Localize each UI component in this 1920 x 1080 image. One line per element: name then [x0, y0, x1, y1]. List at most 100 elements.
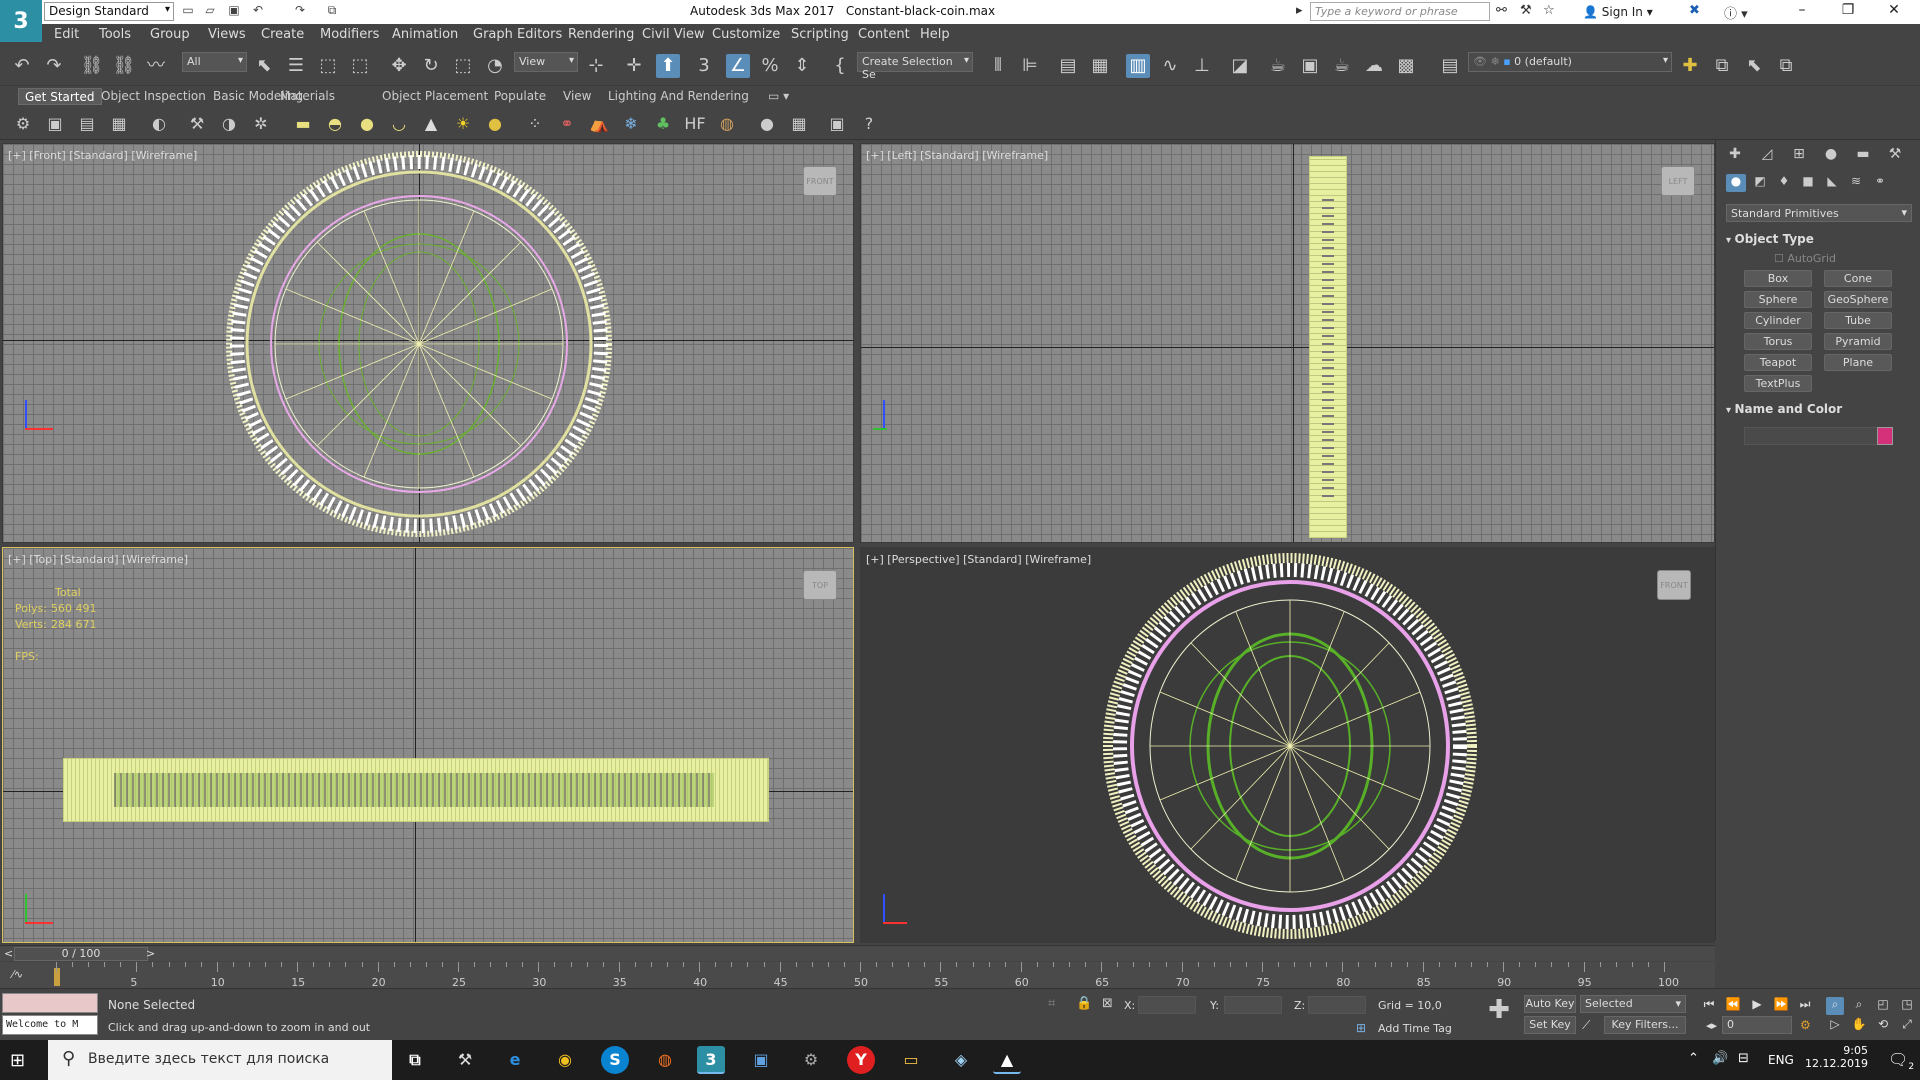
skype-icon[interactable]: S [601, 1046, 629, 1074]
zoom-all-icon[interactable]: ⌕ [1850, 997, 1868, 1015]
motion-tab-icon[interactable]: ● [1820, 146, 1842, 166]
current-frame-marker[interactable] [54, 968, 60, 986]
primitive-category-dropdown[interactable]: Standard Primitives [1726, 204, 1912, 222]
key-filters-button[interactable]: Key Filters... [1604, 1016, 1686, 1034]
bowl-primitive-icon[interactable]: ◡ [388, 113, 410, 135]
pan-view-icon[interactable]: ✋ [1850, 1017, 1868, 1035]
hair-fur-icon[interactable]: HF [684, 113, 706, 135]
object-color-swatch[interactable] [1877, 427, 1893, 445]
box-button[interactable]: Box [1744, 270, 1812, 287]
taskbar-search-input[interactable]: Введите здесь текст для поиска [48, 1040, 392, 1080]
set-key-big-icon[interactable]: ✚ [1484, 995, 1514, 1035]
plane-primitive-icon[interactable]: ▬ [292, 113, 314, 135]
named-selection-sets-dropdown[interactable]: Create Selection Se [857, 52, 973, 81]
zoom-icon[interactable]: ⌕ [1826, 997, 1844, 1015]
tab-materials[interactable]: Materials [274, 88, 341, 105]
go-to-start-icon[interactable]: ⏮ [1700, 997, 1718, 1015]
menu-content[interactable]: Content [858, 27, 910, 42]
file-explorer-icon[interactable]: ▭ [897, 1046, 925, 1074]
viewport-label-front[interactable]: [+] [Front] [Standard] [Wireframe] [8, 149, 197, 162]
firefox-icon[interactable]: ◍ [651, 1046, 679, 1074]
tab-object-inspection[interactable]: Object Inspection [95, 88, 212, 105]
zoom-extents-icon[interactable]: ◰ [1874, 997, 1892, 1015]
viewcube-front[interactable]: FRONT [803, 166, 837, 196]
app-logo-button[interactable]: 3 [0, 0, 42, 42]
cloth-icon[interactable]: ⛺ [588, 113, 610, 135]
new-scene-icon[interactable]: ▭ [180, 3, 196, 19]
task-view-icon[interactable]: ⧉ [401, 1046, 429, 1074]
modify-tab-icon[interactable]: ◿ [1756, 146, 1778, 166]
save-file-icon[interactable]: ▣ [226, 3, 242, 19]
redo-icon[interactable]: ↷ [292, 3, 308, 19]
key-mode-dropdown[interactable]: Selected ▾ [1580, 995, 1686, 1013]
cameras-icon[interactable]: ■ [1798, 174, 1818, 192]
time-tag-icon[interactable]: ⊞ [1356, 1021, 1366, 1035]
clock[interactable]: 9:05 12.12.2019 [1805, 1044, 1868, 1070]
particle-icon[interactable]: ⁘ [524, 113, 546, 135]
layer-properties-icon[interactable]: ⧉ [1774, 54, 1798, 78]
workspace-dropdown[interactable]: Design Standard [44, 2, 174, 21]
menu-group[interactable]: Group [150, 27, 190, 42]
schematic-view-icon[interactable]: ⊥ [1190, 54, 1214, 78]
rectangular-selection-icon[interactable]: ⬚ [316, 54, 340, 78]
object-name-input[interactable] [1744, 427, 1884, 445]
menu-create[interactable]: Create [261, 27, 304, 42]
spinner-snap-icon[interactable]: ⇕ [790, 54, 814, 78]
torus-button[interactable]: Torus [1744, 333, 1812, 350]
tab-get-started[interactable]: Get Started [18, 88, 102, 105]
undo-icon[interactable]: ↶ [10, 54, 34, 78]
close-icon[interactable]: ✕ [1874, 2, 1914, 18]
align-icon[interactable]: ⊫ [1018, 54, 1042, 78]
notes-icon[interactable]: ▤ [76, 113, 98, 135]
orbit-icon[interactable]: ⟲ [1874, 1017, 1892, 1035]
systems-icon[interactable]: ⚭ [1870, 174, 1890, 192]
menu-modifiers[interactable]: Modifiers [320, 27, 379, 42]
menu-help[interactable]: Help [920, 27, 950, 42]
pyramid-button[interactable]: Pyramid [1824, 333, 1892, 350]
curve-editor-icon[interactable]: ∿ [1158, 54, 1182, 78]
open-file-icon[interactable]: ▱ [202, 3, 218, 19]
bind-space-warp-icon[interactable]: 〰 [144, 54, 168, 78]
select-in-layer-icon[interactable]: ⬉ [1742, 54, 1766, 78]
scale-icon[interactable]: ⬚ [451, 54, 475, 78]
viewcube-left[interactable]: LEFT [1661, 166, 1695, 196]
export-icon[interactable]: ▣ [826, 113, 848, 135]
place-icon[interactable]: ◔ [483, 54, 507, 78]
tab-lighting-and-rendering[interactable]: Lighting And Rendering [602, 88, 755, 105]
isolate-selection-icon[interactable]: ⌗ [1048, 996, 1055, 1011]
move-icon[interactable]: ✥ [387, 54, 411, 78]
cone-button[interactable]: Cone [1824, 270, 1892, 287]
exchange-apps-icon[interactable]: ✖ [1689, 3, 1700, 18]
geometry-icon[interactable]: ● [1726, 174, 1746, 192]
rotate-icon[interactable]: ↻ [419, 54, 443, 78]
helpers-icon[interactable]: ◣ [1822, 174, 1842, 192]
maximize-viewport-icon[interactable]: ⤢ [1898, 1017, 1916, 1035]
menu-civil-view[interactable]: Civil View [642, 27, 705, 42]
mirror-icon[interactable]: ⫴ [986, 54, 1010, 78]
create-new-layer-icon[interactable]: ✚ [1678, 54, 1702, 78]
sun-light-icon[interactable]: ☀ [452, 113, 474, 135]
viewport-perspective[interactable]: [+] [Perspective] [Standard] [Wireframe]… [860, 547, 1715, 943]
search-input[interactable]: Type a keyword or phrase [1310, 2, 1490, 21]
tray-chevron-icon[interactable]: ⌃ [1688, 1051, 1699, 1066]
display-tab-icon[interactable]: ▬ [1852, 146, 1874, 166]
foliage-icon[interactable]: ♣ [652, 113, 674, 135]
menu-customize[interactable]: Customize [712, 27, 780, 42]
mini-curve-editor-icon[interactable]: ⁄∿ [12, 968, 23, 981]
tab-view[interactable]: View [557, 88, 597, 105]
viewport-label-top[interactable]: [+] [Top] [Standard] [Wireframe] [8, 553, 188, 566]
viewcube-top[interactable]: TOP [803, 570, 837, 600]
time-slider-thumb[interactable]: 0 / 100 [14, 947, 148, 961]
pivot-center-icon[interactable]: ⊹ [584, 54, 608, 78]
time-slider[interactable]: < 0 / 100 > [0, 945, 1715, 961]
viewport-top[interactable]: [+] [Top] [Standard] [Wireframe] TOP Tot… [2, 547, 854, 943]
project-folder-icon[interactable]: ⧉ [324, 3, 340, 19]
a360-gallery-icon[interactable]: ▩ [1394, 54, 1418, 78]
pattern-icon[interactable]: ◍ [716, 113, 738, 135]
maximize-icon[interactable]: ❐ [1828, 2, 1868, 18]
sphere-button[interactable]: Sphere [1744, 291, 1812, 308]
checklist-icon[interactable]: ▦ [108, 113, 130, 135]
network-icon[interactable]: ✲ [250, 113, 272, 135]
menu-rendering[interactable]: Rendering [568, 27, 634, 42]
cylinder-button[interactable]: Cylinder [1744, 312, 1812, 329]
